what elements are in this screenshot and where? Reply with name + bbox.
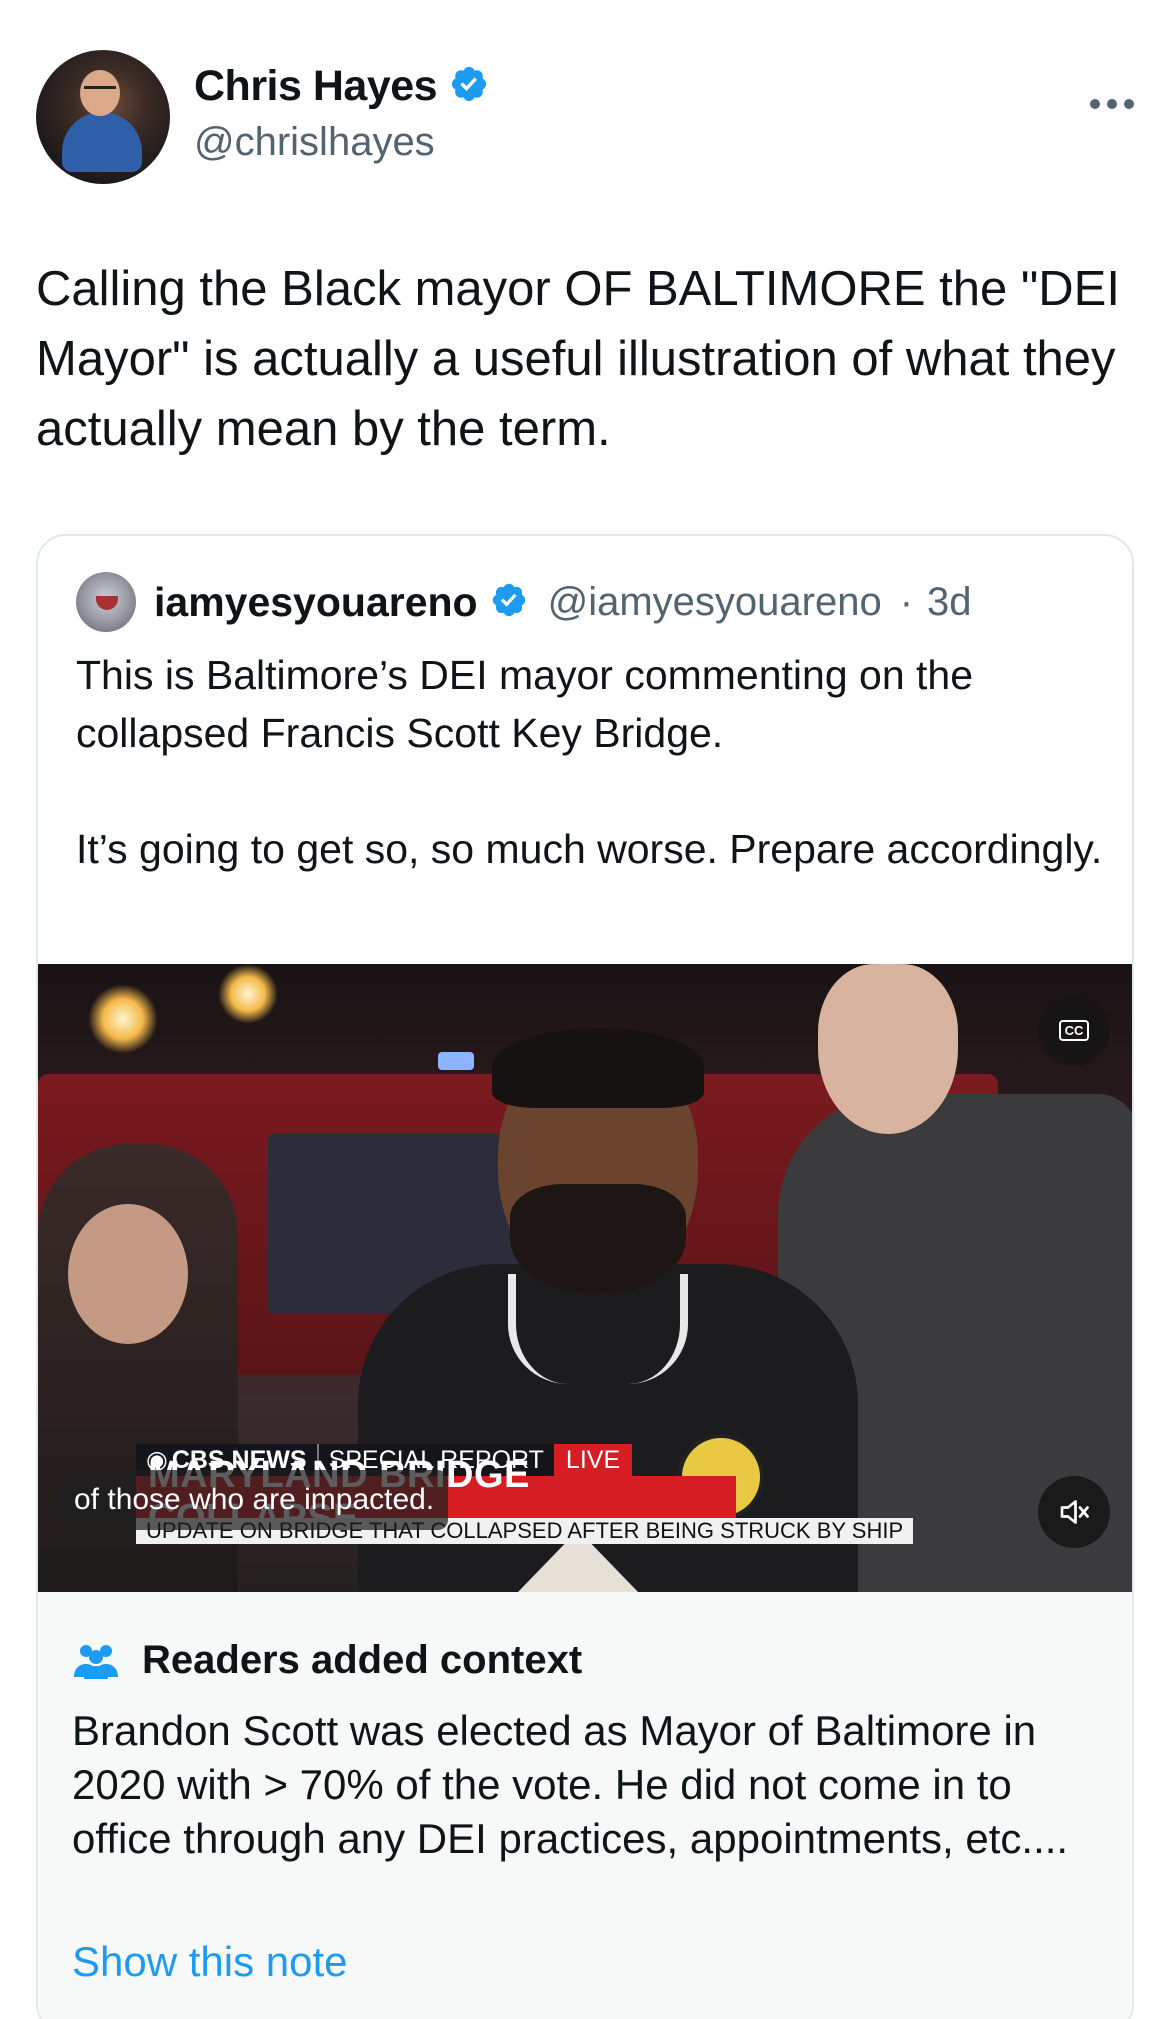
video-caption: of those who are impacted.: [60, 1470, 449, 1530]
author-handle[interactable]: @chrislhayes: [194, 120, 435, 165]
author-name[interactable]: Chris Hayes: [194, 62, 438, 111]
quoted-text-paragraph-1: This is Baltimore’s DEI mayor commenting…: [76, 652, 974, 756]
community-note-body: Brandon Scott was elected as Mayor of Ba…: [72, 1707, 1069, 1862]
verified-badge-icon: [449, 64, 489, 109]
quoted-author-handle[interactable]: @iamyesyouareno: [548, 580, 882, 625]
quoted-author-name[interactable]: iamyesyouareno: [154, 579, 478, 626]
quoted-text-paragraph-2: It’s going to get so, so much worse. Pre…: [76, 826, 1103, 872]
quoted-tweet-header: iamyesyouareno @iamyesyouareno · 3d: [76, 572, 972, 632]
people-icon: [74, 1644, 118, 1679]
community-note: Readers added context Brandon Scott was …: [38, 1592, 1132, 2019]
video-player[interactable]: ◉CBS NEWS SPECIAL REPORT LIVE MARYLAND B…: [38, 964, 1132, 1592]
quoted-tweet-text: This is Baltimore’s DEI mayor commenting…: [76, 646, 1106, 878]
quoted-timestamp[interactable]: 3d: [927, 580, 972, 625]
tweet-text: Calling the Black mayor OF BALTIMORE the…: [36, 262, 1120, 456]
author-name-row: Chris Hayes: [194, 62, 489, 111]
separator-dot: ·: [899, 579, 914, 624]
volume-muted-icon: [1060, 1500, 1089, 1524]
quoted-tweet[interactable]: iamyesyouareno @iamyesyouareno · 3d This…: [36, 534, 1134, 2019]
mute-button[interactable]: [1038, 1476, 1110, 1548]
author-avatar[interactable]: [36, 50, 170, 184]
cc-icon: CC: [1058, 1019, 1090, 1041]
show-note-link[interactable]: Show this note: [72, 1938, 348, 1986]
more-horizontal-icon[interactable]: [1088, 78, 1136, 120]
community-note-title: Readers added context: [142, 1638, 583, 1682]
quoted-author-avatar[interactable]: [76, 572, 136, 632]
tweet-header: Chris Hayes @chrislhayes: [36, 48, 1136, 184]
closed-captions-button[interactable]: CC: [1038, 994, 1110, 1066]
verified-badge-icon: [490, 581, 528, 624]
